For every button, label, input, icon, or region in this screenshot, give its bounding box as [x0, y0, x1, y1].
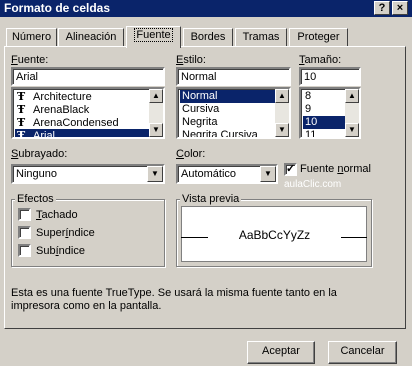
window-title: Formato de celdas	[4, 1, 111, 15]
close-button[interactable]: ×	[392, 1, 408, 15]
cancel-button[interactable]: Cancelar	[328, 341, 397, 364]
accept-button[interactable]: Aceptar	[247, 341, 315, 364]
tab-proteger[interactable]: Proteger	[289, 28, 348, 47]
tab-bordes[interactable]: Bordes	[183, 28, 233, 47]
font-tab-panel	[4, 46, 406, 329]
tab-numero[interactable]: Número	[6, 28, 57, 47]
help-button[interactable]: ?	[374, 1, 390, 15]
tab-alineacion[interactable]: Alineación	[58, 28, 124, 47]
tab-fuente[interactable]: Fuente	[126, 26, 181, 48]
title-bar[interactable]: Formato de celdas ? ×	[0, 0, 412, 17]
tab-tramas[interactable]: Tramas	[235, 28, 287, 47]
